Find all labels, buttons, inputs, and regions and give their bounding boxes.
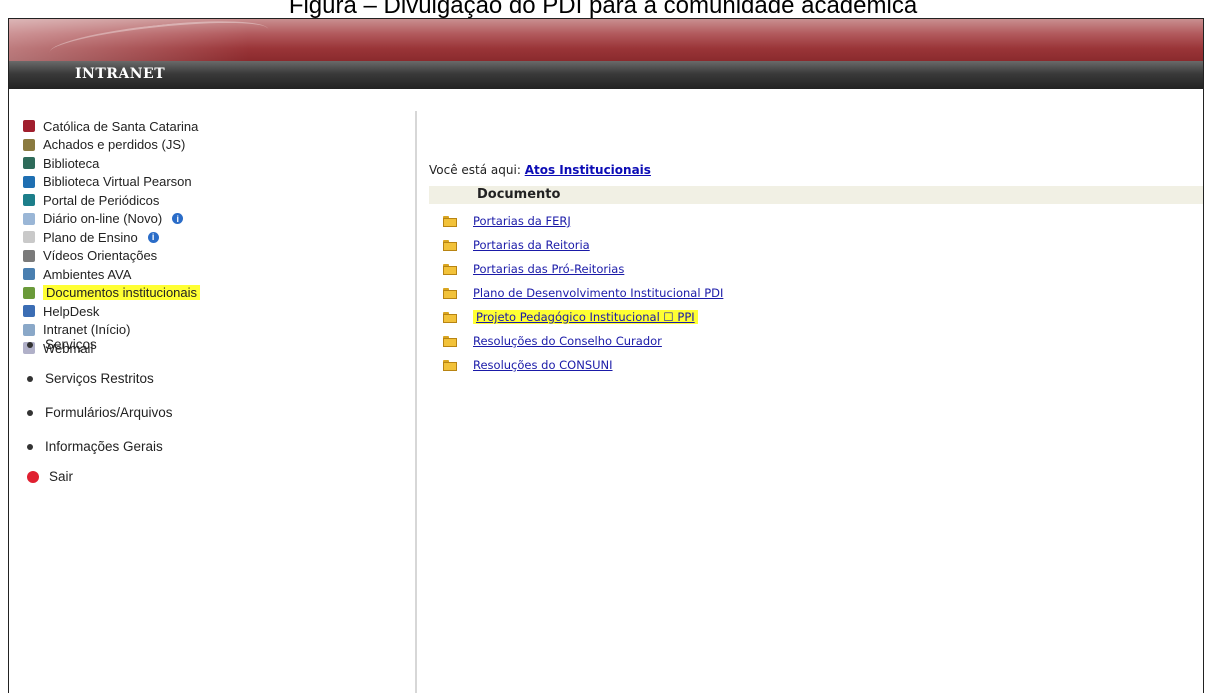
sidebar-item-label: Católica de Santa Catarina [43, 118, 199, 134]
sidebar-item[interactable]: Documentos institucionais [23, 284, 201, 303]
sidebar-item-label: Intranet (Início) [43, 322, 131, 338]
document-row: Plano de Desenvolvimento Institucional P… [443, 281, 723, 305]
network-icon [23, 268, 35, 281]
logout-link[interactable]: Sair [27, 469, 73, 484]
documents-header-label: Documento [477, 187, 561, 202]
bullet-icon [27, 341, 33, 348]
document-row: Projeto Pedagógico Institucional ☐ PPI [443, 305, 723, 329]
document-icon [23, 231, 35, 244]
document-link[interactable]: Resoluções do Conselho Curador [473, 334, 662, 348]
docs-icon [23, 286, 35, 299]
logout-label: Sair [49, 469, 74, 484]
sidebar-menu: Católica de Santa Catarina Achados e perd… [23, 117, 201, 358]
bullet-icon [27, 409, 33, 416]
document-row: Resoluções do CONSUNI [443, 353, 723, 377]
sidebar-item[interactable]: Plano de Ensino i [23, 228, 200, 247]
section-servicos-restritos[interactable]: Serviços Restritos [27, 371, 154, 386]
sidebar-item-label: HelpDesk [43, 303, 100, 319]
sidebar-item[interactable]: Diário on-line (Novo) i [23, 210, 200, 229]
sidebar-item[interactable]: Biblioteca [23, 154, 200, 173]
notebook-icon [23, 212, 35, 225]
sidebar-item-label: Biblioteca Virtual Pearson [43, 174, 192, 190]
bullet-icon [27, 443, 33, 450]
intranet-window: INTRANET Católica de Santa Catarina Achad… [8, 18, 1204, 693]
info-icon[interactable]: i [147, 231, 159, 243]
documents-header: Documento [429, 186, 1203, 204]
sidebar-item[interactable]: Católica de Santa Catarina [23, 117, 200, 136]
document-row: Resoluções do Conselho Curador [443, 329, 723, 353]
main-content: Você está aqui: Atos Institucionais Docu… [429, 89, 1203, 693]
sidebar-item[interactable]: Vídeos Orientações [23, 247, 200, 266]
sidebar-item-label: Achados e perdidos (JS) [43, 137, 186, 153]
books-icon [23, 157, 35, 170]
globe-icon [23, 175, 35, 188]
folder-icon [443, 239, 457, 251]
section-label: Serviços [45, 337, 97, 352]
documents-list: Portarias da FERJ Portarias da Reitoria Po… [443, 209, 723, 377]
document-row: Portarias das Pró-Reitorias [443, 257, 723, 281]
navbar-title: INTRANET [75, 66, 166, 82]
section-formularios[interactable]: Formulários/Arquivos [27, 405, 173, 420]
bullet-icon [27, 375, 33, 382]
figure-caption: Figura – Divulgação do PDI para a comuni… [288, 0, 918, 19]
sidebar-item-label: Ambientes AVA [43, 266, 132, 282]
breadcrumb-link[interactable]: Atos Institucionais [525, 163, 651, 177]
section-label: Formulários/Arquivos [45, 405, 173, 420]
document-link[interactable]: Portarias da FERJ [473, 214, 571, 228]
home-network-icon [23, 323, 35, 336]
folder-icon [443, 335, 457, 347]
leaf-icon [23, 194, 35, 207]
shield-icon [23, 120, 35, 133]
folder-icon [443, 263, 457, 275]
sidebar-item-label: Vídeos Orientações [43, 248, 158, 264]
document-link[interactable]: Projeto Pedagógico Institucional ☐ PPI [473, 310, 698, 324]
sidebar-item-label: Biblioteca [43, 155, 100, 171]
section-label: Serviços Restritos [45, 371, 154, 386]
breadcrumb: Você está aqui: Atos Institucionais [429, 163, 651, 177]
document-link[interactable]: Portarias das Pró-Reitorias [473, 262, 624, 276]
sidebar-item-label: Plano de Ensino [43, 229, 138, 245]
sidebar-item[interactable]: Biblioteca Virtual Pearson [23, 173, 200, 192]
trophy-icon [23, 138, 35, 151]
folder-icon [443, 215, 457, 227]
sidebar-item[interactable]: HelpDesk [23, 302, 200, 321]
folder-icon [443, 359, 457, 371]
navbar: INTRANET [9, 61, 1203, 89]
document-link[interactable]: Plano de Desenvolvimento Institucional P… [473, 286, 723, 300]
header-banner [9, 19, 1203, 69]
sidebar-item[interactable]: Achados e perdidos (JS) [23, 136, 200, 155]
column-divider [415, 111, 417, 693]
video-icon [23, 249, 35, 262]
sidebar-item-label: Portal de Periódicos [43, 192, 160, 208]
sidebar-item-label: Diário on-line (Novo) [43, 211, 163, 227]
sidebar: Católica de Santa Catarina Achados e perd… [9, 89, 415, 693]
document-link[interactable]: Portarias da Reitoria [473, 238, 590, 252]
document-link[interactable]: Resoluções do CONSUNI [473, 358, 613, 372]
sidebar-item-label: Documentos institucionais [43, 285, 201, 301]
logout-icon [27, 470, 39, 483]
document-row: Portarias da FERJ [443, 209, 723, 233]
section-servicos[interactable]: Serviços [27, 337, 97, 352]
folder-icon [443, 287, 457, 299]
sidebar-item[interactable]: Ambientes AVA [23, 265, 200, 284]
folder-icon [443, 311, 457, 323]
info-icon[interactable]: i [172, 213, 184, 225]
section-label: Informações Gerais [45, 439, 163, 454]
breadcrumb-prefix: Você está aqui: [429, 163, 521, 177]
section-informacoes-gerais[interactable]: Informações Gerais [27, 439, 163, 454]
document-row: Portarias da Reitoria [443, 233, 723, 257]
helpdesk-icon [23, 305, 35, 318]
sidebar-item[interactable]: Portal de Periódicos [23, 191, 200, 210]
